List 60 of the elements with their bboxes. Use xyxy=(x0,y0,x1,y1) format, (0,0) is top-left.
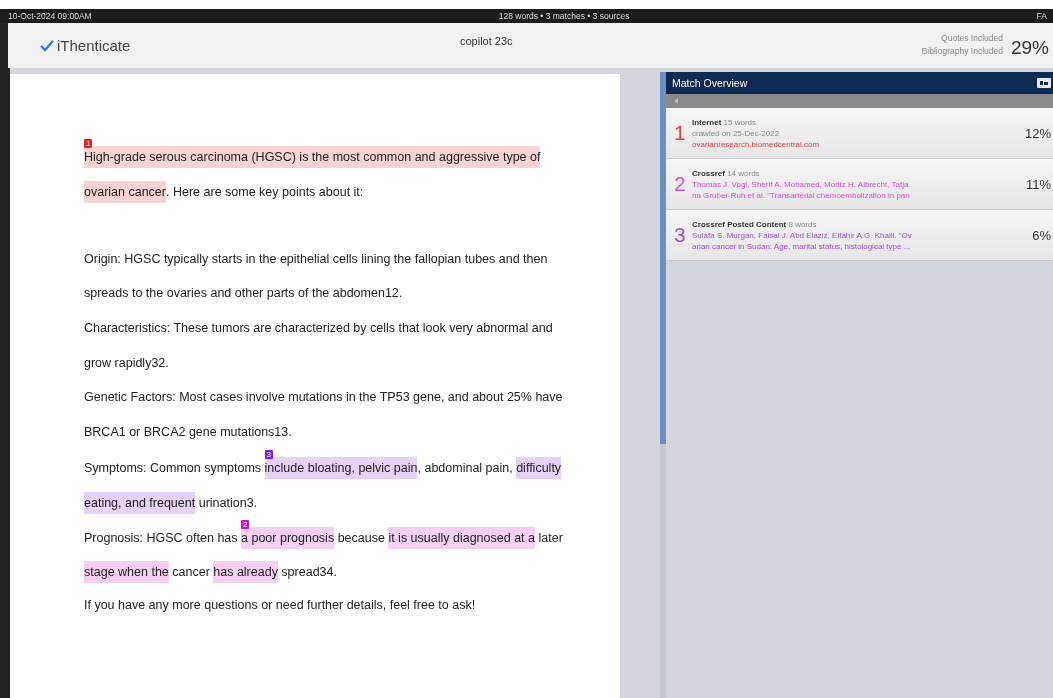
source-detail: Thomas J. Vogl, Sherif A. Mohamed, Moritz H. Albrecht, Tatja xyxy=(692,178,910,190)
match-marker[interactable]: 2 xyxy=(241,519,250,529)
source-detail: na Gruber-Ruh et al. "Transarterial chemoembolization in pan xyxy=(692,189,911,201)
date-time: 10-Oct-2024 09:00AM xyxy=(8,11,92,21)
source-detail: ovarianresearch.biomedcentral.com xyxy=(692,138,821,150)
source-number: 3 xyxy=(674,223,686,247)
source-detail: Sulafa S. Murgan, Faisal J. Abd Elaziz, Eltahir A.G. Khalil. "Ov xyxy=(692,229,913,241)
matched-text: a poor prognosis xyxy=(241,526,335,549)
document-text: Prognosis: HGSC often has xyxy=(84,530,239,545)
document-text: because xyxy=(336,530,386,545)
checkmark-icon xyxy=(40,39,54,52)
document-text: later xyxy=(537,530,563,545)
match-marker[interactable]: 1 xyxy=(84,139,93,148)
word-count: 8 words xyxy=(788,219,817,229)
matched-text: difficulty xyxy=(516,457,562,480)
source-percent: 12% xyxy=(1024,125,1051,141)
document-text: urination3. xyxy=(197,495,258,510)
match-source[interactable]: 3 Crossref Posted Content 8 words Sulafa S. Murgan, Faisal J. Abd Elaziz, Eltahir A.G. Khalil. "Ov arian cancer in Sudan: Age, marital status, histological type ... 6% xyxy=(666,210,1053,261)
match-source[interactable]: 2 Crossref 14 words Thomas J. Vogl, Sherif A. Mohamed, Moritz H. Albrecht, Tatja na Gruber-Ruh et al. "Transarterial chemoembolization in pan 11% xyxy=(666,159,1053,210)
source-detail: arian cancer in Sudan: Age, marital status, histological type ... xyxy=(692,240,912,252)
document-summary: 128 words • 3 matches • 3 sources xyxy=(498,11,630,21)
back-arrow-icon[interactable] xyxy=(674,98,678,104)
document-title: copilot 23c xyxy=(460,35,514,47)
document-text: grow rapidly32. xyxy=(84,355,169,370)
document-text: Genetic Factors: Most cases involve mutations in the TP53 gene, and about 25% have xyxy=(84,390,563,405)
matched-text: ovarian cancer xyxy=(84,180,166,203)
scrollbar[interactable] xyxy=(660,72,666,698)
matched-text: stage when the xyxy=(84,561,169,584)
quotes-setting: Quotes Included xyxy=(941,33,1003,43)
source-number: 2 xyxy=(674,172,686,196)
corner-label: FA xyxy=(1036,11,1047,21)
source-percent: 6% xyxy=(1032,227,1051,243)
match-marker[interactable]: 3 xyxy=(264,450,274,460)
source-detail: crawled on 25-Dec-2022 xyxy=(692,127,781,139)
document-text: . Here are some key points about it: xyxy=(166,184,364,199)
document-text: spreads to the ovaries and other parts of the abdomen12. xyxy=(84,286,403,301)
document-text: cancer xyxy=(171,565,211,580)
word-count: 15 words xyxy=(723,117,757,127)
document-text: Characteristics: These tumors are characterized by cells that look very abnormal and xyxy=(84,320,553,335)
source-percent: 11% xyxy=(1025,176,1051,192)
panel-title: Match Overview xyxy=(672,77,748,89)
document-text: BRCA1 or BRCA2 gene mutations13. xyxy=(84,424,292,439)
source-type: Internet xyxy=(692,117,722,127)
matched-text: has already xyxy=(213,561,278,584)
document-text: Origin: HGSC typically starts in the epithelial cells lining the fallopian tubes and then xyxy=(84,251,548,266)
document-text: , abdominal pain, xyxy=(417,461,514,476)
word-count: 14 words xyxy=(727,168,760,178)
view-toggle-icon[interactable] xyxy=(1037,78,1051,88)
source-type: Crossref Posted Content xyxy=(692,219,787,229)
document-text: spread34. xyxy=(280,565,337,580)
document-text: If you have any more questions or need further details, feel free to ask! xyxy=(84,597,476,612)
document-text: Symptoms: Common symptoms xyxy=(84,461,263,476)
matched-text: High-grade serous carcinoma (HGSC) is the most common and aggressive type of xyxy=(84,146,541,168)
source-type: Crossref xyxy=(692,168,725,178)
similarity-score: 29% xyxy=(1010,37,1049,59)
matched-text: eating, and frequent xyxy=(84,491,196,514)
bibliography-setting: Bibliography Included xyxy=(921,46,1003,56)
source-number: 1 xyxy=(674,121,686,145)
logo-text: iThenticate xyxy=(57,37,131,54)
matched-text: it is usually diagnosed at a xyxy=(388,526,535,549)
